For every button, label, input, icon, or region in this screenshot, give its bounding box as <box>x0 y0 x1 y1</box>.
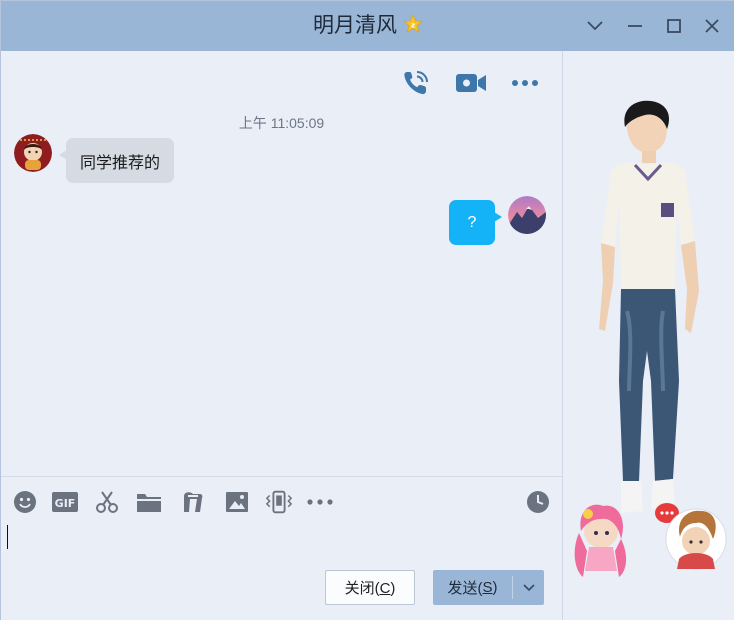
svg-text:GIF: GIF <box>55 497 76 510</box>
contact-name-title: 明月清风 <box>313 14 397 37</box>
sent-message-bubble[interactable]: ? <box>449 200 502 245</box>
svg-text:z: z <box>411 22 415 30</box>
vip-star-icon: z <box>402 13 424 34</box>
my-avatar[interactable] <box>508 196 546 234</box>
screenshot-scissors-icon[interactable] <box>93 489 121 515</box>
text-caret <box>7 525 8 549</box>
gif-icon[interactable]: GIF <box>51 489 79 515</box>
send-button[interactable]: 发送(S) <box>433 570 544 605</box>
close-button[interactable]: 关闭(C) <box>325 570 415 605</box>
compose-area: GIF 关闭(C) 发送(S) <box>1 476 562 620</box>
show-panel <box>562 51 734 620</box>
message-area: 上午 11:05:09 同学推荐的 ? <box>1 51 562 476</box>
more-tools-icon[interactable] <box>306 489 334 515</box>
shake-icon[interactable] <box>265 489 293 515</box>
close-window-button[interactable] <box>698 12 726 40</box>
chat-window: 明月清风 z 上午 11:05:09 同学推荐的 ? GIF 关闭(C) 发送(… <box>0 0 734 620</box>
contact-avatar[interactable] <box>14 134 52 172</box>
music-icon[interactable] <box>178 489 206 515</box>
close-button-label: 关闭(C) <box>344 580 396 597</box>
minimize-button[interactable] <box>621 12 649 40</box>
send-button-label[interactable]: 发送(S) <box>433 570 512 605</box>
image-icon[interactable] <box>223 489 251 515</box>
title-bar: 明月清风 z <box>1 1 734 51</box>
dropdown-chevron-icon[interactable] <box>581 12 609 40</box>
maximize-button[interactable] <box>660 12 688 40</box>
avatar-show-figure <box>574 100 727 577</box>
video-call-icon[interactable] <box>455 67 487 99</box>
received-message-bubble[interactable]: 同学推荐的 <box>58 138 175 183</box>
history-clock-icon[interactable] <box>524 489 552 515</box>
message-input[interactable] <box>1 517 562 567</box>
send-options-chevron-icon[interactable] <box>513 570 544 605</box>
emoji-icon[interactable] <box>11 489 39 515</box>
more-icon[interactable] <box>509 67 541 99</box>
folder-icon[interactable] <box>135 489 163 515</box>
message-timestamp: 上午 11:05:09 <box>238 115 325 131</box>
voice-call-icon[interactable] <box>400 67 432 99</box>
